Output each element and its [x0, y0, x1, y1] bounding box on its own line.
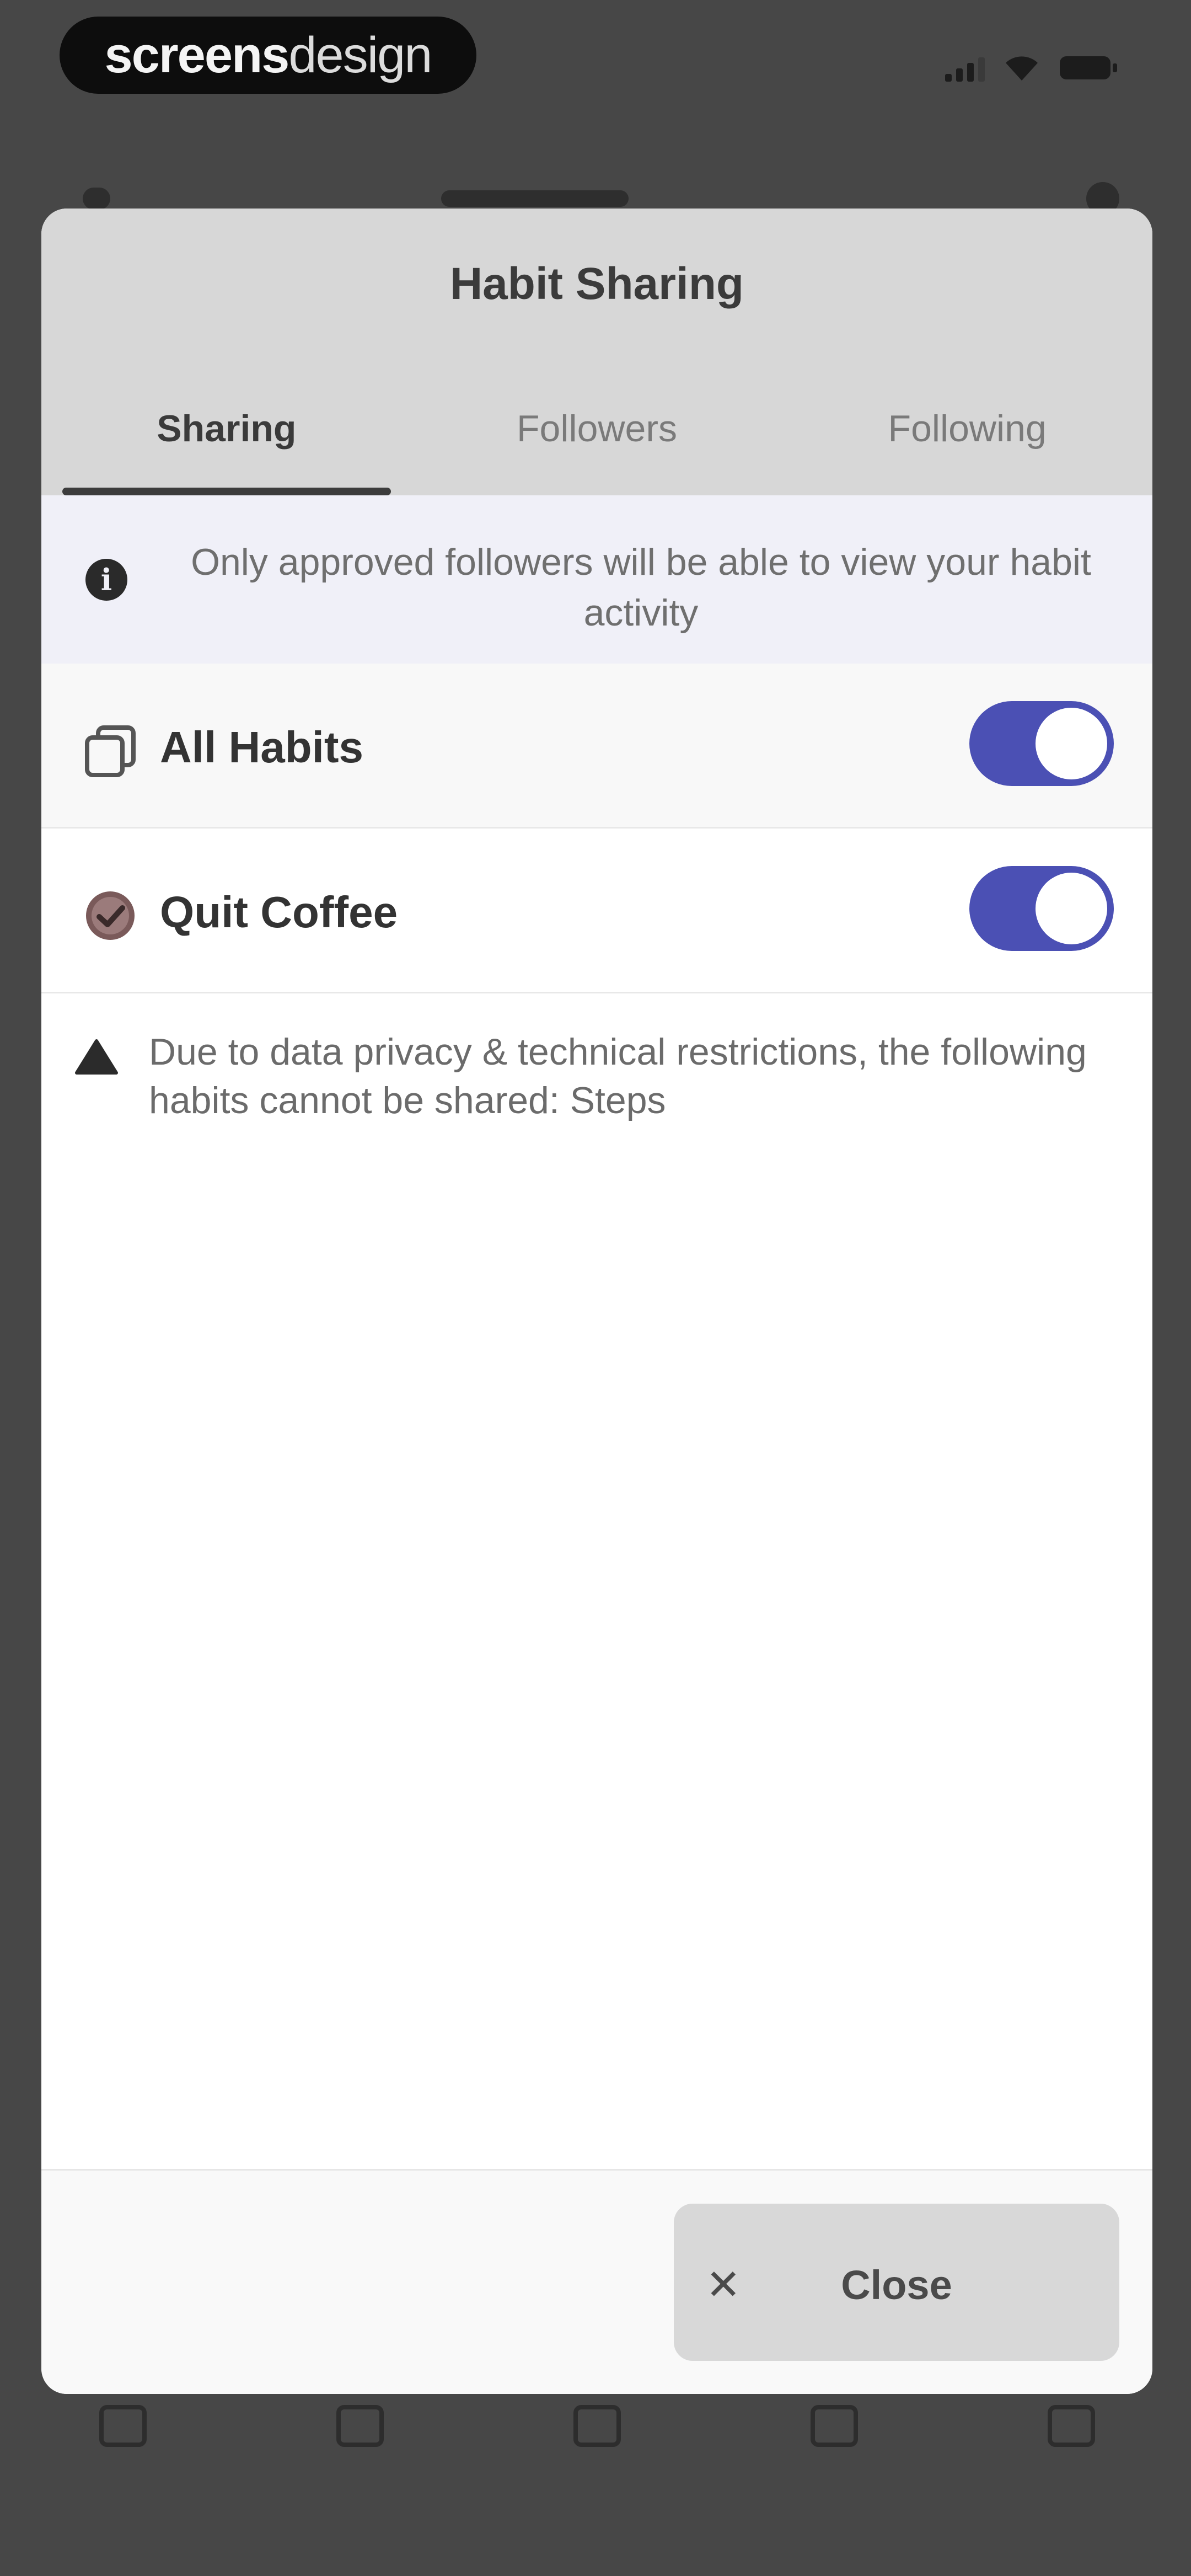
sharing-warning: Due to data privacy & technical restrict…	[41, 993, 1152, 1126]
habit-label: All Habits	[160, 723, 363, 772]
info-banner: i Only approved followers will be able t…	[41, 495, 1152, 664]
info-icon: i	[85, 559, 127, 601]
signal-icon	[945, 57, 985, 82]
tab-label: Followers	[517, 408, 677, 450]
tab-label: Sharing	[157, 408, 297, 450]
close-button[interactable]: ✕ Close	[674, 2204, 1119, 2361]
tab-bar-icon	[99, 2405, 147, 2447]
tab-bar: Sharing Followers Following	[41, 374, 1152, 495]
habit-row-all-habits: All Habits	[41, 664, 1152, 829]
habit-row-quit-coffee: Quit Coffee	[41, 829, 1152, 993]
modal-header: Habit Sharing Sharing Followers Followin…	[41, 209, 1152, 495]
modal-footer: ✕ Close	[41, 2169, 1152, 2394]
habit-label: Quit Coffee	[160, 888, 398, 937]
quit-coffee-toggle[interactable]	[969, 866, 1114, 951]
tab-sharing[interactable]: Sharing	[41, 374, 412, 495]
tab-bar-icon	[1048, 2405, 1095, 2447]
active-tab-indicator	[62, 488, 391, 495]
habit-sharing-modal: Habit Sharing Sharing Followers Followin…	[41, 209, 1152, 2394]
modal-title: Habit Sharing	[449, 259, 744, 309]
all-habits-toggle[interactable]	[969, 701, 1114, 786]
tab-following[interactable]: Following	[782, 374, 1152, 495]
tab-label: Following	[888, 408, 1047, 450]
tab-bar-icon	[573, 2405, 621, 2447]
copy-stack-icon	[83, 723, 138, 778]
battery-icon	[1059, 54, 1119, 82]
toggle-knob	[1036, 873, 1107, 944]
wifi-icon	[1004, 54, 1040, 82]
tab-followers[interactable]: Followers	[412, 374, 782, 495]
tab-bar-icon	[336, 2405, 384, 2447]
coffee-habit-icon	[83, 888, 138, 943]
brand-light: design	[288, 26, 432, 83]
toggle-knob	[1036, 708, 1107, 779]
brand-watermark: screensdesign	[60, 17, 476, 94]
tab-bar-icon	[811, 2405, 858, 2447]
close-label: Close	[841, 2262, 952, 2308]
info-text: Only approved followers will be able to …	[191, 541, 1091, 634]
status-bar: screensdesign	[0, 0, 1191, 116]
warning-triangle-icon	[74, 1038, 119, 1079]
warning-text: Due to data privacy & technical restrict…	[149, 1031, 1087, 1121]
brand-bold: screens	[104, 26, 290, 83]
status-icons	[945, 49, 1119, 82]
background-tab-bar	[0, 2388, 1191, 2455]
brand-text: screensdesign	[104, 26, 433, 84]
